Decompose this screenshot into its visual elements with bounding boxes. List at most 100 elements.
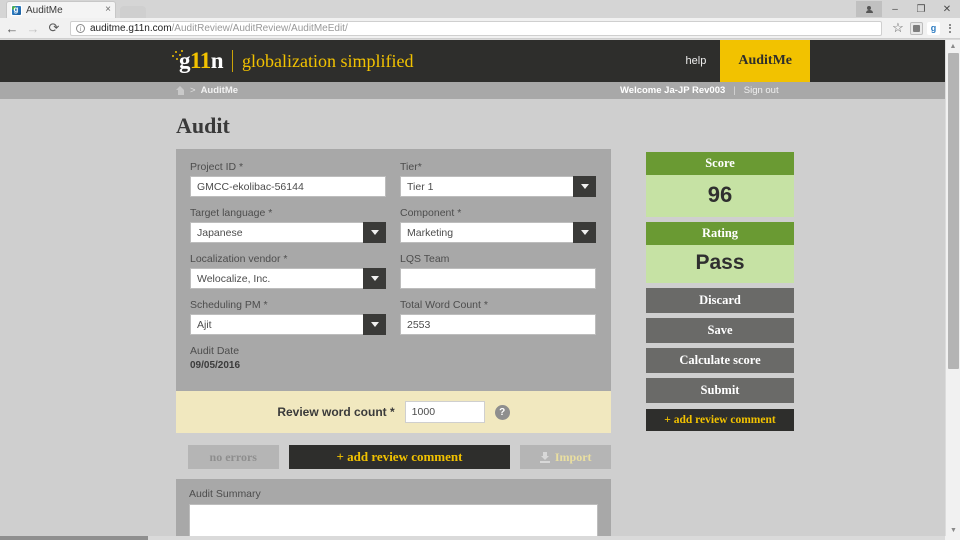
audit-date-value: 09/05/2016 [190, 360, 241, 371]
minimize-button[interactable]: – [882, 0, 908, 18]
field-project-id: Project ID * [190, 161, 386, 197]
profile-avatar-icon[interactable] [856, 1, 882, 17]
scheduling-pm-select[interactable] [190, 314, 363, 335]
help-icon[interactable]: ? [494, 404, 510, 420]
scrollbar-corner [945, 536, 960, 540]
tier-select[interactable] [400, 176, 573, 197]
user-bar-divider: | [733, 85, 736, 96]
browser-toolbar: ← → ⟳ i auditme.g11n.com/AuditReview/Aud… [0, 18, 960, 39]
main-content: Audit Project ID * GMCC-ekolibac-56144 T… [0, 99, 945, 536]
save-button[interactable]: Save [646, 318, 794, 343]
score-label: Score [646, 152, 794, 175]
extension-icon-1[interactable] [910, 21, 923, 35]
forward-icon[interactable]: → [25, 20, 41, 36]
field-localization-vendor: Localization vendor * [190, 253, 386, 289]
page-title: Audit [176, 113, 230, 138]
label-localization-vendor: Localization vendor * [190, 253, 288, 265]
site-info-icon[interactable]: i [76, 23, 85, 33]
form-row-3: Localization vendor * LQS Team [190, 253, 597, 289]
tab-strip: AuditMe × – ❐ ✕ [0, 0, 960, 18]
import-icon [539, 451, 550, 463]
user-bar: Welcome Ja-JP Rev003 | Sign out [620, 85, 779, 96]
lqs-team-input[interactable] [400, 268, 596, 289]
field-target-language: Target language * [190, 207, 386, 243]
logo-number: 11 [190, 48, 211, 73]
vertical-scrollbar[interactable]: ▲ ▼ [945, 40, 960, 536]
submit-button[interactable]: Submit [646, 378, 794, 403]
page-content: g11n globalization simplified help Audit… [0, 40, 945, 536]
scroll-up-arrow-icon[interactable]: ▲ [946, 40, 960, 52]
breadcrumb-bar: > AuditMe Welcome Ja-JP Rev003 | Sign ou… [0, 82, 945, 99]
sidebar-add-review-comment-button[interactable]: + add review comment [646, 409, 794, 431]
brand-logo[interactable]: g11n globalization simplified [172, 48, 414, 74]
chevron-down-icon-target-language[interactable] [363, 222, 386, 243]
page-viewport: g11n globalization simplified help Audit… [0, 40, 960, 536]
vertical-scroll-thumb[interactable] [948, 53, 959, 369]
new-tab-button[interactable] [120, 6, 146, 18]
review-word-count-bar: Review word count * ? [176, 391, 611, 433]
browser-window: AuditMe × – ❐ ✕ ← → ⟳ i auditme.g11n.com… [0, 0, 960, 540]
toolbar-right: ☆ [890, 20, 956, 36]
audit-form-panel: Project ID * Tier* [176, 149, 611, 391]
tab-close-icon[interactable]: × [105, 5, 111, 15]
address-bar[interactable]: i auditme.g11n.com/AuditReview/AuditRevi… [70, 20, 882, 36]
logo-n: n [210, 48, 224, 73]
browser-tab-auditme[interactable]: AuditMe × [6, 1, 116, 18]
reload-icon[interactable]: ⟳ [46, 20, 62, 36]
target-language-select[interactable] [190, 222, 363, 243]
review-word-count-input[interactable] [404, 401, 485, 423]
discard-button[interactable]: Discard [646, 288, 794, 313]
import-label: Import [554, 449, 592, 464]
bookmark-star-icon[interactable]: ☆ [890, 20, 906, 36]
chevron-down-icon-scheduling-pm[interactable] [363, 314, 386, 335]
audit-form-column: Project ID * Tier* [176, 149, 611, 536]
field-scheduling-pm: Scheduling PM * [190, 299, 386, 335]
url-host: auditme.g11n.com [90, 22, 172, 34]
chevron-down-icon-tier[interactable] [573, 176, 596, 197]
label-target-language: Target language * [190, 207, 273, 219]
brand-tagline: globalization simplified [242, 50, 414, 71]
brand-divider [232, 50, 234, 72]
label-project-id: Project ID * [190, 161, 244, 173]
audit-summary-textarea[interactable] [189, 504, 598, 536]
project-id-input[interactable] [190, 176, 386, 197]
calculate-score-button[interactable]: Calculate score [646, 348, 794, 373]
no-errors-button[interactable]: no errors [188, 445, 279, 469]
audit-summary-panel: Audit Summary [176, 479, 611, 536]
label-scheduling-pm: Scheduling PM * [190, 299, 268, 311]
help-link[interactable]: help [672, 40, 721, 82]
component-select[interactable] [400, 222, 573, 243]
field-tier: Tier* [400, 161, 596, 197]
score-value: 96 [646, 175, 794, 217]
content-layout: Project ID * Tier* [176, 149, 945, 536]
label-review-word-count: Review word count * [277, 405, 395, 419]
g11n-logo: g11n [172, 48, 224, 74]
scroll-down-arrow-icon[interactable]: ▼ [946, 524, 960, 536]
site-header: g11n globalization simplified help Audit… [0, 40, 945, 82]
url-text: auditme.g11n.com/AuditReview/AuditReview… [90, 23, 348, 34]
sign-out-link[interactable]: Sign out [744, 85, 779, 96]
label-audit-summary: Audit Summary [189, 488, 261, 500]
form-row-4: Scheduling PM * Total Word Count * [190, 299, 597, 335]
back-icon[interactable]: ← [4, 20, 20, 36]
extension-icon-2[interactable] [927, 21, 940, 35]
add-review-comment-button[interactable]: + add review comment [288, 445, 511, 469]
horizontal-scrollbar[interactable] [0, 536, 960, 540]
horizontal-scroll-thumb[interactable] [0, 536, 148, 540]
maximize-button[interactable]: ❐ [908, 0, 934, 18]
action-button-row: no errors + add review comment Import [176, 433, 611, 479]
form-row-5: Audit Date 09/05/2016 [190, 345, 597, 371]
logo-sparkle-icon [172, 49, 184, 60]
localization-vendor-select[interactable] [190, 268, 363, 289]
total-word-count-input[interactable] [400, 314, 596, 335]
chevron-down-icon-component[interactable] [573, 222, 596, 243]
home-icon[interactable] [176, 86, 185, 95]
browser-menu-icon[interactable] [944, 23, 956, 33]
chevron-down-icon-localization-vendor[interactable] [363, 268, 386, 289]
import-button[interactable]: Import [520, 445, 611, 469]
rating-label: Rating [646, 222, 794, 245]
score-sidebar: Score 96 Rating Pass Discard Save Calcul… [646, 152, 794, 431]
close-window-button[interactable]: ✕ [934, 0, 960, 18]
tab-title: AuditMe [26, 4, 63, 16]
nav-tab-auditme[interactable]: AuditMe [720, 40, 810, 82]
